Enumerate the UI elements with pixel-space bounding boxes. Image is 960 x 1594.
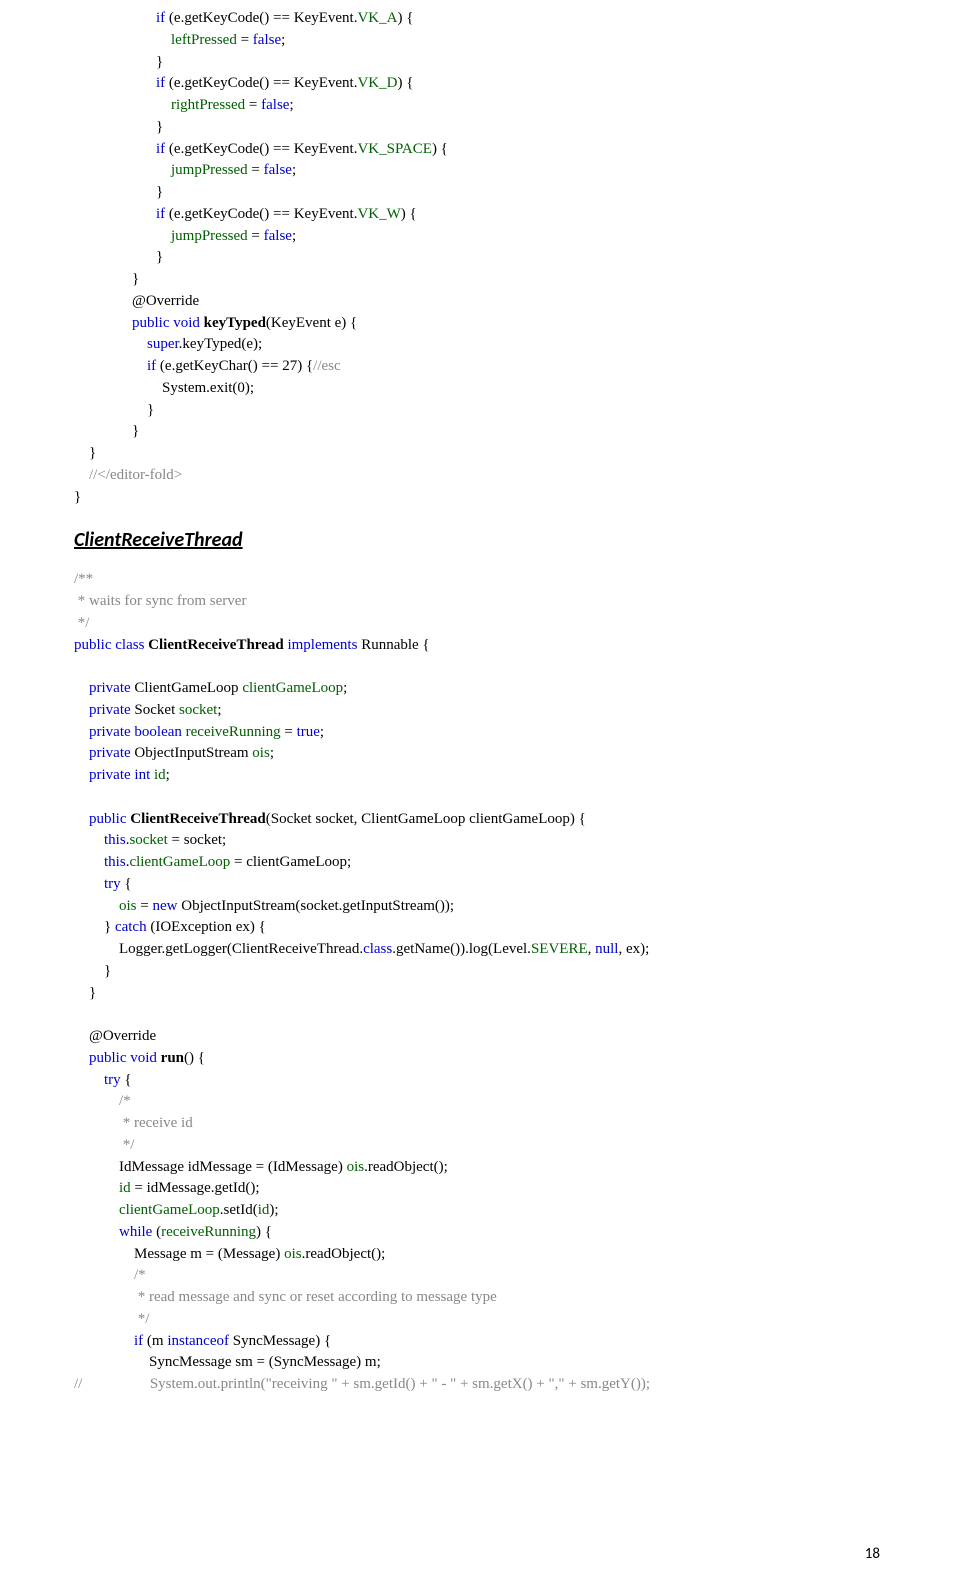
- code-block-1: if (e.getKeyCode() == KeyEvent.VK_A) { l…: [156, 8, 890, 269]
- document-page: if (e.getKeyCode() == KeyEvent.VK_A) { l…: [0, 0, 960, 1594]
- code-block-1c: } //</editor-fold> }: [74, 443, 890, 508]
- section-heading-clientreceivethread: ClientReceiveThread: [74, 526, 890, 555]
- code-block-1b: } @Override public void keyTyped(KeyEven…: [132, 269, 890, 443]
- code-block-2: /** * waits for sync from server */ publ…: [74, 569, 890, 1396]
- page-number: 18: [865, 1544, 880, 1566]
